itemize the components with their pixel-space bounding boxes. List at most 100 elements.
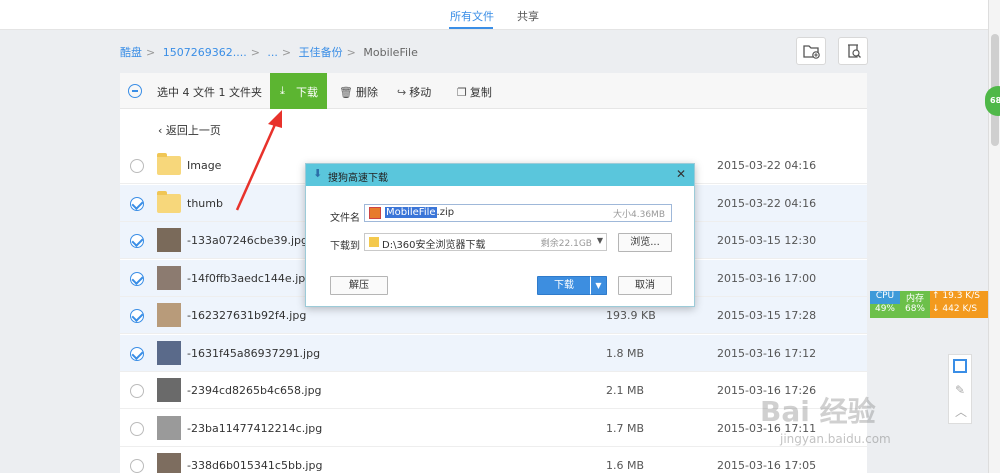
cancel-button[interactable]: 取消 <box>618 276 672 295</box>
filename-label: 文件名 <box>330 213 360 224</box>
file-name[interactable]: -1631f45a86937291.jpg <box>187 347 320 360</box>
file-name[interactable]: -162327631b92f4.jpg <box>187 309 306 322</box>
file-size: 1.8 MB <box>606 346 645 360</box>
row-checkbox[interactable] <box>130 159 144 173</box>
copy-label: 复制 <box>469 86 492 99</box>
delete-button[interactable]: 🗑 删除 <box>339 84 378 100</box>
speed-ball-badge[interactable]: 68 <box>985 86 1000 116</box>
delete-label: 删除 <box>355 86 378 99</box>
breadcrumb-backup[interactable]: 王佳备份 <box>299 46 343 59</box>
cpu-label: CPU <box>870 291 900 304</box>
row-checkbox[interactable] <box>130 234 144 248</box>
copy-button[interactable]: ❐ 复制 <box>457 84 492 100</box>
move-arrow-icon: ↪ <box>397 86 407 99</box>
down-arrow-icon: ↓ <box>932 304 943 314</box>
memory-value: 68% <box>900 304 930 318</box>
action-bar: 选中 4 文件 1 文件夹 ⤓ 下载 🗑 删除 ↪ 移动 ❐ 复制 <box>120 73 867 109</box>
file-name[interactable]: -23ba11477412214c.jpg <box>187 422 322 435</box>
breadcrumb-ellipsis[interactable]: ... <box>267 46 278 59</box>
file-row[interactable]: -1631f45a86937291.jpg 1.8 MB 2015-03-16 17… <box>120 334 867 372</box>
destination-path: D:\360安全浏览器下载 <box>382 240 486 251</box>
download-speed: ↓ 442 K/S <box>930 304 988 318</box>
download-confirm-button[interactable]: 下载 <box>537 276 591 295</box>
scroll-top-icon[interactable]: ︿ <box>955 403 967 420</box>
image-thumbnail <box>157 415 181 440</box>
row-checkbox[interactable] <box>130 459 144 473</box>
row-checkbox[interactable] <box>130 421 144 436</box>
download-arrow-icon: ⬇ <box>313 167 323 180</box>
system-monitor-widget: CPU 内存 49% 68% ↑ 19.3 K/S ↓ 442 K/S <box>870 291 988 318</box>
filename-value: MobileFile.zip <box>385 207 455 218</box>
download-dialog: ⬇ 搜狗高速下载 ✕ 文件名 MobileFile.zip 大小4.36MB 下… <box>305 163 695 307</box>
breadcrumb-current: MobileFile <box>363 46 418 59</box>
unzip-button[interactable]: 解压 <box>330 276 388 295</box>
deselect-all-checkbox[interactable] <box>128 84 142 98</box>
back-label: 返回上一页 <box>165 124 221 137</box>
breadcrumb-root[interactable]: 酷盘 <box>120 46 142 59</box>
file-name[interactable]: Image <box>187 159 221 172</box>
qrcode-icon[interactable] <box>953 359 967 373</box>
file-name[interactable]: -2394cd8265b4c658.jpg <box>187 384 322 397</box>
back-link[interactable]: ‹ 返回上一页 <box>158 122 221 138</box>
image-thumbnail <box>157 265 181 290</box>
download-button[interactable]: ⤓ 下载 <box>270 73 327 109</box>
destination-select[interactable]: D:\360安全浏览器下载 剩余22.1GB ▼ <box>364 233 607 251</box>
file-date: 2015-03-16 17:00 <box>717 271 817 285</box>
download-label: 下载 <box>296 86 318 99</box>
close-icon[interactable]: ✕ <box>676 167 686 181</box>
row-checkbox[interactable] <box>130 346 144 361</box>
row-checkbox[interactable] <box>130 271 144 286</box>
file-name[interactable]: thumb <box>187 197 223 210</box>
image-thumbnail <box>157 453 181 473</box>
memory-label: 内存 <box>900 291 930 304</box>
download-options-dropdown[interactable]: ▼ <box>590 276 607 295</box>
browse-button[interactable]: 浏览... <box>618 233 672 252</box>
tab-all-files[interactable]: 所有文件 <box>450 8 494 24</box>
baidu-watermark: Bai 经验 <box>760 395 876 428</box>
row-checkbox[interactable] <box>130 196 144 211</box>
breadcrumb-separator: > <box>346 46 356 59</box>
cpu-value: 49% <box>870 304 900 318</box>
breadcrumb-separator: > <box>281 46 292 59</box>
file-size: 2.1 MB <box>606 384 645 397</box>
top-bar: 所有文件 共享 <box>0 0 988 30</box>
file-name[interactable]: -338d6b015341c5bb.jpg <box>187 459 322 472</box>
folder-icon <box>157 190 181 213</box>
row-checkbox[interactable] <box>130 384 144 398</box>
file-date: 2015-03-22 04:16 <box>717 159 817 172</box>
file-row[interactable]: -338d6b015341c5bb.jpg 1.6 MB 2015-03-16 17… <box>120 447 867 473</box>
scrollbar[interactable] <box>988 0 1000 473</box>
file-size: 大小4.36MB <box>613 210 665 220</box>
breadcrumb-separator: > <box>146 46 156 59</box>
folder-icon <box>369 237 379 247</box>
edit-icon[interactable]: ✎ <box>955 383 965 397</box>
dropdown-arrow-icon: ▼ <box>595 281 602 290</box>
free-space: 剩余22.1GB <box>540 239 592 249</box>
file-row[interactable]: -2394cd8265b4c658.jpg 2.1 MB 2015-03-16 17… <box>120 372 867 409</box>
image-thumbnail <box>157 340 181 365</box>
file-date: 2015-03-22 04:16 <box>717 196 817 210</box>
selection-count: 选中 4 文件 1 文件夹 <box>157 86 262 99</box>
file-date: 2015-03-16 17:05 <box>717 459 817 472</box>
new-folder-icon <box>803 45 820 59</box>
row-checkbox[interactable] <box>130 309 144 323</box>
dialog-title: 搜狗高速下载 <box>328 173 388 184</box>
folder-icon <box>157 153 181 175</box>
breadcrumb-account[interactable]: 1507269362.... <box>163 46 247 59</box>
file-name[interactable]: -133a07246cbe39.jpg <box>187 234 308 247</box>
filename-input[interactable]: MobileFile.zip 大小4.36MB <box>364 204 672 222</box>
search-file-button[interactable] <box>838 37 868 65</box>
move-button[interactable]: ↪ 移动 <box>397 84 431 100</box>
new-folder-button[interactable] <box>796 37 826 65</box>
file-row[interactable]: -23ba11477412214c.jpg 1.7 MB 2015-03-16 17… <box>120 410 867 447</box>
file-date: 2015-03-15 17:28 <box>717 309 817 322</box>
trash-icon: 🗑 <box>339 86 353 99</box>
breadcrumb-separator: > <box>250 46 260 59</box>
tab-share[interactable]: 共享 <box>517 8 539 24</box>
image-thumbnail <box>157 378 181 402</box>
chevron-left-icon: ‹ <box>158 124 166 137</box>
move-label: 移动 <box>409 86 432 99</box>
search-file-icon <box>848 44 861 58</box>
zip-file-icon <box>369 207 381 219</box>
file-name[interactable]: -14f0ffb3aedc144e.jpg <box>187 272 312 285</box>
